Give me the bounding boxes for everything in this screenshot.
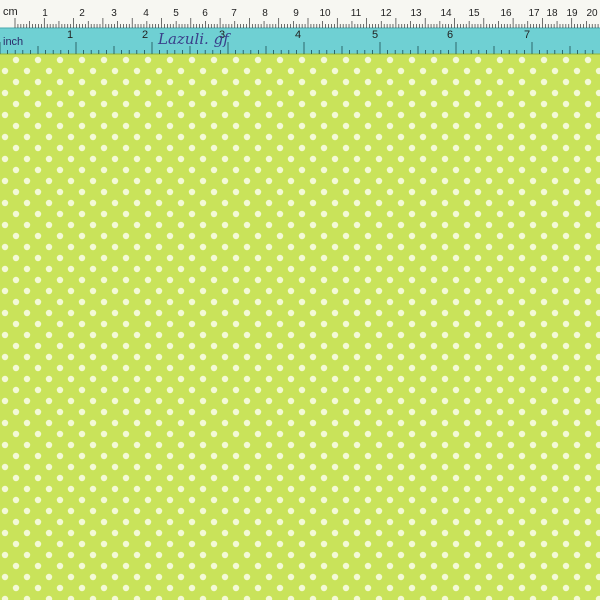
- cm-label: 16: [500, 8, 512, 19]
- inch-unit-label: inch: [3, 36, 23, 48]
- handwritten-note: Lazuli. gf: [157, 30, 231, 48]
- cm-label: 14: [440, 8, 452, 19]
- cm-label: 6: [202, 8, 208, 19]
- fabric-swatch-scene: cm inch 1 2 3 4 5 6 7 8 9 10 11 12 13 14…: [0, 0, 600, 600]
- cm-label: 3: [111, 8, 117, 19]
- inch-label: 1: [67, 29, 73, 41]
- cm-label: 7: [231, 8, 237, 19]
- inch-label: 2: [142, 29, 148, 41]
- cm-unit-label: cm: [3, 6, 18, 18]
- cm-label: 1: [42, 8, 48, 19]
- cm-label: 12: [380, 8, 392, 19]
- cm-label: 8: [262, 8, 268, 19]
- cm-label: 15: [468, 8, 480, 19]
- cm-label: 4: [143, 8, 149, 19]
- cm-label: 11: [351, 8, 362, 19]
- inch-label: 5: [372, 29, 378, 41]
- cm-label: 2: [79, 8, 85, 19]
- cm-label: 20: [586, 8, 598, 19]
- inch-label: 4: [295, 29, 301, 41]
- cm-label: 18: [546, 8, 558, 19]
- cm-label: 13: [410, 8, 422, 19]
- inch-label: 6: [447, 29, 453, 41]
- cm-label: 5: [173, 8, 179, 19]
- ruler: cm inch 1 2 3 4 5 6 7 8 9 10 11 12 13 14…: [0, 0, 600, 55]
- cm-label: 19: [566, 8, 578, 19]
- cm-label: 9: [293, 8, 299, 19]
- fabric-dots: [0, 55, 600, 600]
- cm-label: 10: [319, 8, 331, 19]
- inch-label: 7: [524, 29, 530, 41]
- cm-label: 17: [528, 8, 540, 19]
